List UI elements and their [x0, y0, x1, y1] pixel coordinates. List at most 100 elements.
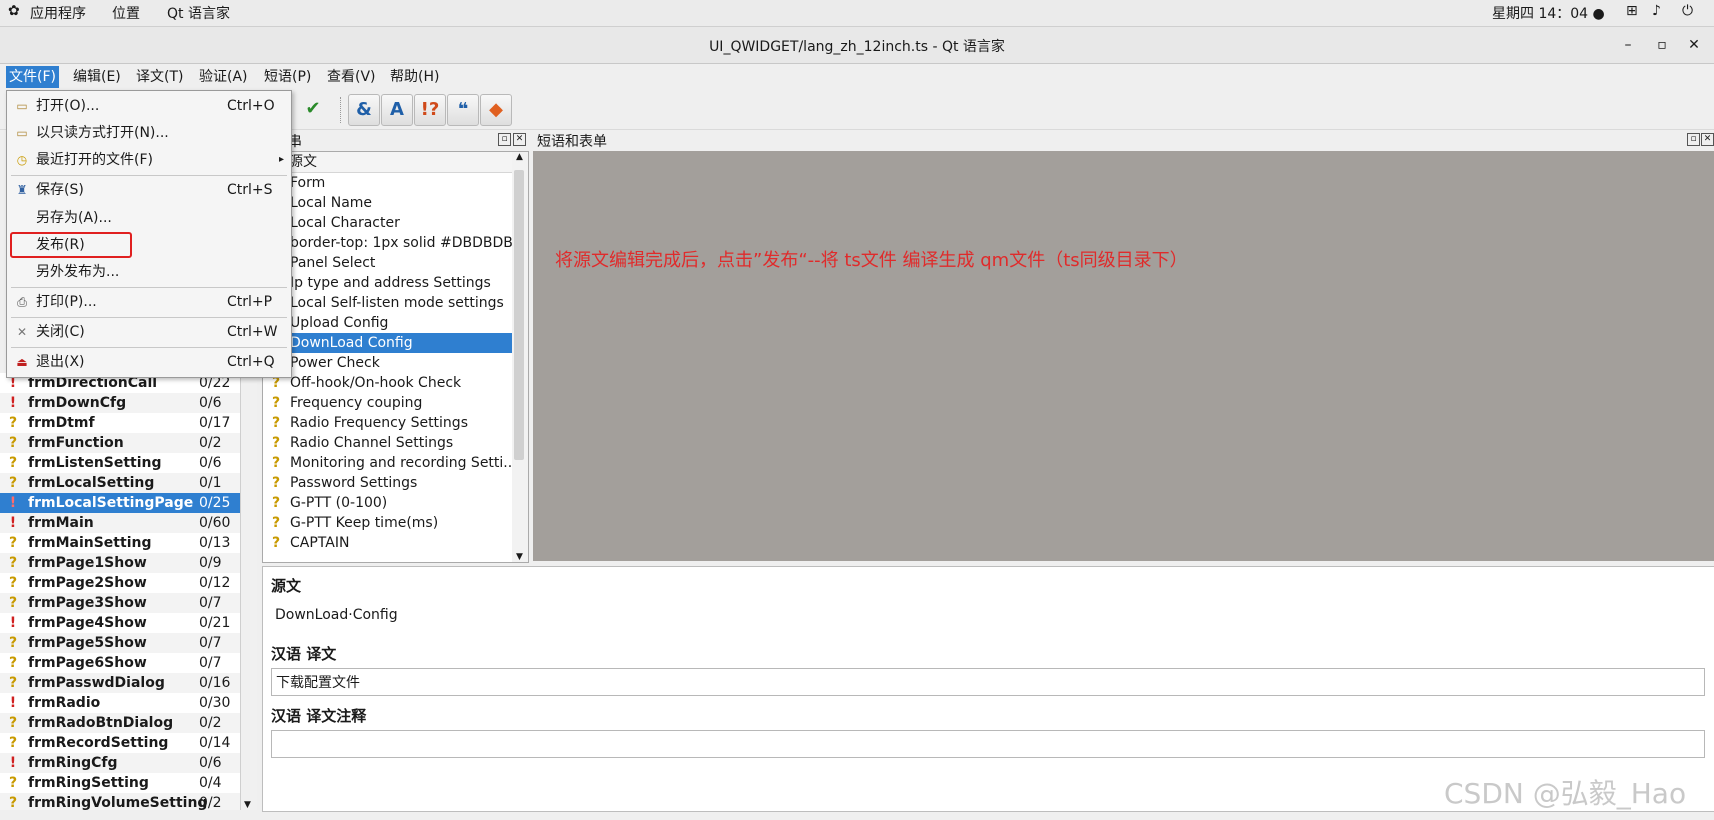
minimize-button[interactable]: –	[1618, 35, 1638, 55]
scroll-up-icon[interactable]: ▲	[516, 152, 523, 162]
volume-icon[interactable]: ♪	[1652, 3, 1661, 19]
accelerator-icon[interactable]: &	[348, 94, 380, 126]
string-row[interactable]: ? G-PTT (0-100)	[263, 493, 513, 513]
float-panel-icon[interactable]: ▫	[498, 133, 511, 146]
string-row[interactable]: Power Check	[263, 353, 513, 373]
string-source-text: Radio Channel Settings	[290, 435, 454, 451]
context-row[interactable]: ? frmPage5Show 0/7	[0, 633, 240, 653]
close-panel-icon[interactable]: ✕	[1701, 133, 1714, 146]
context-row[interactable]: ? frmRadoBtnDialog 0/2	[0, 713, 240, 733]
menu-item-release-as[interactable]: 另外发布为...	[7, 259, 291, 285]
string-row[interactable]: border-top: 1px solid #DBDBDB;	[263, 233, 513, 253]
network-icon[interactable]: ⊞	[1626, 3, 1638, 19]
menu-edit[interactable]: 编辑(E)	[70, 67, 124, 87]
string-row[interactable]: ? Password Settings	[263, 473, 513, 493]
menu-item-save-as[interactable]: 另存为(A)...	[7, 205, 291, 231]
folder-open-icon: ▭	[16, 126, 28, 140]
scroll-down-icon[interactable]: ▼	[244, 800, 251, 810]
string-row[interactable]: ? Radio Frequency Settings	[263, 413, 513, 433]
float-panel-icon[interactable]: ▫	[1687, 133, 1700, 146]
context-row[interactable]: ? frmMainSetting 0/13	[0, 533, 240, 553]
string-source-text: Upload Config	[290, 315, 389, 331]
strings-column-header[interactable]: 源文	[263, 152, 513, 173]
menu-item-exit[interactable]: ⏏ 退出(X) Ctrl+Q	[7, 349, 291, 375]
string-row[interactable]: Ip type and address Settings	[263, 273, 513, 293]
string-row[interactable]: Local Name	[263, 193, 513, 213]
translator-comment-input[interactable]	[271, 730, 1705, 758]
context-row[interactable]: ! frmRingCfg 0/6	[0, 753, 240, 773]
apps-menu-icon[interactable]: ✿	[8, 3, 20, 19]
quotes-icon[interactable]: ❝	[447, 94, 479, 126]
context-row[interactable]: ! frmDownCfg 0/6	[0, 393, 240, 413]
menu-translation[interactable]: 译文(T)	[133, 67, 186, 87]
string-row[interactable]: ? G-PTT Keep time(ms)	[263, 513, 513, 533]
strings-list[interactable]: 源文 Form Local Name Local Character border-t…	[262, 151, 514, 563]
string-row[interactable]: Form	[263, 173, 513, 193]
maximize-button[interactable]: ▫	[1652, 35, 1672, 55]
translation-input[interactable]: 下载配置文件	[271, 668, 1705, 696]
context-row[interactable]: ? frmPage2Show 0/12	[0, 573, 240, 593]
close-panel-icon[interactable]: ✕	[513, 133, 526, 146]
context-row[interactable]: ? frmPage6Show 0/7	[0, 653, 240, 673]
string-source-text: Form	[290, 175, 326, 191]
menu-item-recent-files[interactable]: ◷ 最近打开的文件(F) ▸	[7, 147, 291, 173]
context-row[interactable]: ! frmPage4Show 0/21	[0, 613, 240, 633]
string-row[interactable]: ? Off-hook/On-hook Check	[263, 373, 513, 393]
context-row[interactable]: ? frmListenSetting 0/6	[0, 453, 240, 473]
context-row[interactable]: ? frmPasswdDialog 0/16	[0, 673, 240, 693]
string-row[interactable]: DownLoad Config	[263, 333, 513, 353]
power-icon[interactable]: ⏻	[1682, 3, 1693, 19]
text-icon[interactable]: A	[381, 94, 413, 126]
string-row[interactable]: Panel Select	[263, 253, 513, 273]
menu-file[interactable]: 文件(F)	[6, 66, 59, 88]
menu-item-print[interactable]: ⎙ 打印(P)... Ctrl+P	[7, 289, 291, 315]
context-count: 0/30	[199, 695, 231, 711]
string-row[interactable]: Local Self-listen mode settings	[263, 293, 513, 313]
context-row[interactable]: ? frmPage1Show 0/9	[0, 553, 240, 573]
places-menu[interactable]: 位置	[112, 3, 140, 23]
strings-scroll-thumb[interactable]	[514, 170, 524, 460]
string-row[interactable]: Upload Config	[263, 313, 513, 333]
string-row[interactable]: Local Character	[263, 213, 513, 233]
strings-scrollbar[interactable]: ▲ ▼	[512, 151, 529, 563]
menu-help[interactable]: 帮助(H)	[387, 67, 442, 87]
close-window-button[interactable]: ✕	[1684, 35, 1704, 55]
watermark: CSDN @弘毅_Hao	[1444, 777, 1687, 810]
menu-validation[interactable]: 验证(A)	[196, 67, 251, 87]
menu-item-close[interactable]: ✕ 关闭(C) Ctrl+W	[7, 319, 291, 345]
menu-separator	[11, 287, 287, 288]
context-count: 0/14	[199, 735, 231, 751]
context-row[interactable]: ! frmLocalSettingPage 0/25	[0, 493, 240, 513]
placeholder-icon[interactable]: ◆	[480, 94, 512, 126]
menu-view[interactable]: 查看(V)	[324, 67, 379, 87]
context-row[interactable]: ? frmDtmf 0/17	[0, 413, 240, 433]
active-app-menu[interactable]: Qt 语言家	[167, 3, 230, 23]
menu-item-save[interactable]: ♜ 保存(S) Ctrl+S	[7, 177, 291, 203]
context-row[interactable]: ? frmRingVolumeSetting 0/2	[0, 793, 240, 810]
context-row[interactable]: ! frmRadio 0/30	[0, 693, 240, 713]
string-source-text: CAPTAIN	[290, 535, 350, 551]
context-row[interactable]: ! frmMain 0/60	[0, 513, 240, 533]
done-and-next-icon[interactable]: ✔	[298, 94, 328, 124]
context-row[interactable]: ? frmRecordSetting 0/14	[0, 733, 240, 753]
scroll-down-icon[interactable]: ▼	[516, 552, 523, 562]
punctuation-icon[interactable]: !?	[414, 94, 446, 126]
string-row[interactable]: ? Radio Channel Settings	[263, 433, 513, 453]
string-row[interactable]: ? CAPTAIN	[263, 533, 513, 553]
apps-menu[interactable]: 应用程序	[30, 3, 86, 23]
menu-item-label: 退出(X)	[36, 354, 85, 370]
menu-phrases[interactable]: 短语(P)	[261, 67, 314, 87]
string-row[interactable]: ? Frequency couping	[263, 393, 513, 413]
annotation-text: 将源文编辑完成后，点击”发布“--将 ts文件 编译生成 qm文件（ts同级目录…	[555, 250, 1188, 271]
phrases-area	[533, 151, 1714, 561]
menu-item-open[interactable]: ▭ 打开(O)... Ctrl+O	[7, 93, 291, 119]
string-row[interactable]: ? Monitoring and recording Setti...	[263, 453, 513, 473]
menu-item-open-readonly[interactable]: ▭ 以只读方式打开(N)...	[7, 120, 291, 146]
clock[interactable]: 星期四 14：04 ●	[1492, 3, 1605, 23]
context-list[interactable]: ! frmDirectionCall 0/22! frmDownCfg 0/6? frmD…	[0, 373, 241, 810]
context-row[interactable]: ? frmFunction 0/2	[0, 433, 240, 453]
context-row[interactable]: ? frmLocalSetting 0/1	[0, 473, 240, 493]
context-count: 0/6	[199, 395, 222, 411]
context-row[interactable]: ? frmPage3Show 0/7	[0, 593, 240, 613]
context-row[interactable]: ? frmRingSetting 0/4	[0, 773, 240, 793]
